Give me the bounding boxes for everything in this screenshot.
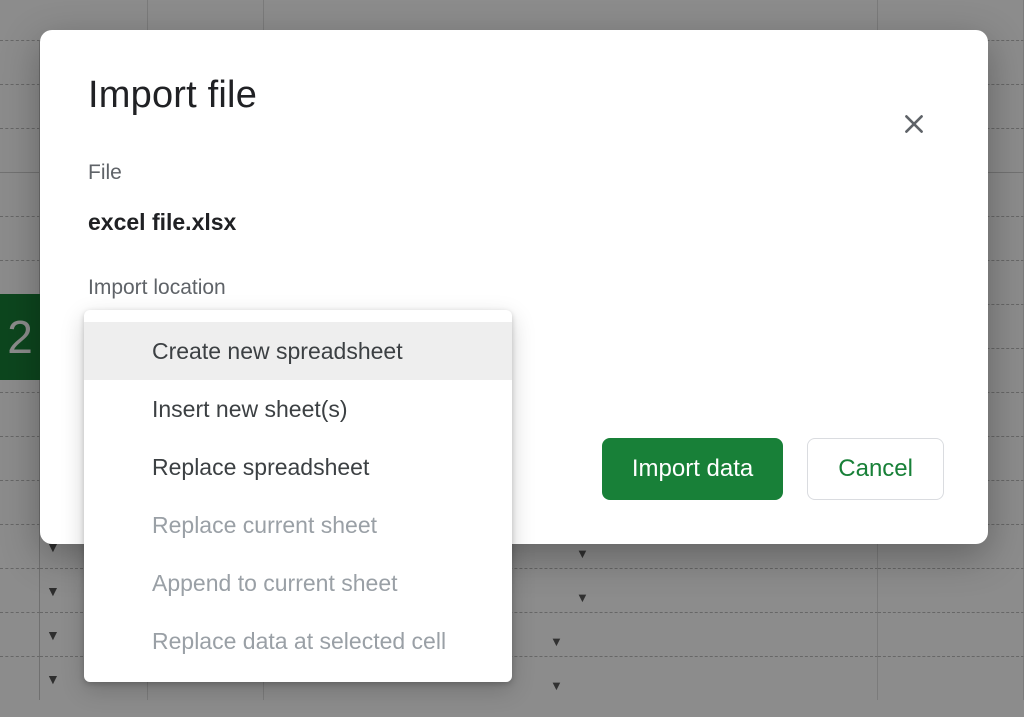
close-icon [901, 111, 927, 142]
dropdown-option-label: Replace current sheet [152, 512, 377, 539]
dialog-title: Import file [88, 74, 940, 117]
file-name: excel file.xlsx [88, 209, 940, 236]
dialog-actions: Import data Cancel [602, 438, 944, 500]
file-label: File [88, 161, 940, 185]
dropdown-option-replace-selected-cell: Replace data at selected cell [84, 612, 512, 670]
import-location-dropdown[interactable]: Create new spreadsheet Insert new sheet(… [84, 310, 512, 682]
dropdown-option-label: Replace data at selected cell [152, 628, 446, 655]
dropdown-option-label: Append to current sheet [152, 570, 398, 597]
cancel-button[interactable]: Cancel [807, 438, 944, 500]
dropdown-option-create-new-spreadsheet[interactable]: Create new spreadsheet [84, 322, 512, 380]
dropdown-option-replace-current-sheet: Replace current sheet [84, 496, 512, 554]
dropdown-option-insert-new-sheets[interactable]: Insert new sheet(s) [84, 380, 512, 438]
import-data-button[interactable]: Import data [602, 438, 783, 500]
import-location-label: Import location [88, 276, 940, 300]
close-button[interactable] [896, 108, 932, 144]
dropdown-option-label: Replace spreadsheet [152, 454, 369, 481]
dropdown-option-append-current-sheet: Append to current sheet [84, 554, 512, 612]
dropdown-option-replace-spreadsheet[interactable]: Replace spreadsheet [84, 438, 512, 496]
dropdown-option-label: Create new spreadsheet [152, 338, 403, 365]
dropdown-option-label: Insert new sheet(s) [152, 396, 348, 423]
